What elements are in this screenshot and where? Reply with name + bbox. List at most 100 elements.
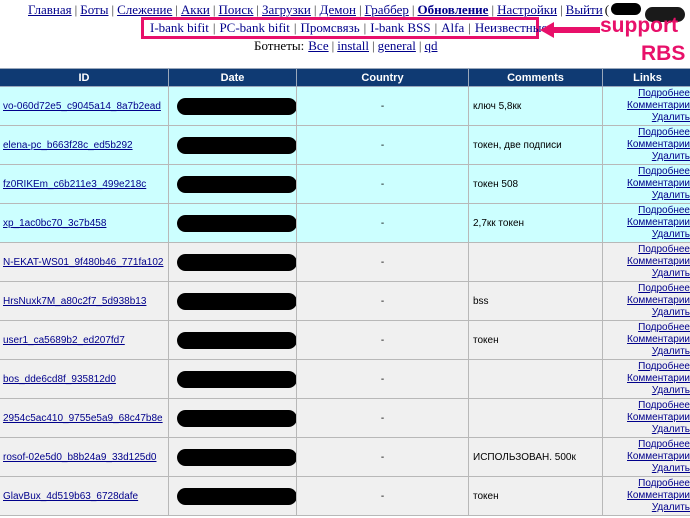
nav-separator: | [560, 2, 563, 17]
details-link[interactable]: Подробнее [604, 166, 690, 178]
nav-link-1[interactable]: Боты [80, 2, 108, 17]
column-header-date[interactable]: Date [168, 68, 297, 87]
bot-id-link[interactable]: vo-060d72e5_c9045a14_8a7b2ead [3, 101, 161, 112]
column-header-comments[interactable]: Comments [468, 68, 603, 87]
column-header-country[interactable]: Country [296, 68, 469, 87]
bot-id-link[interactable]: user1_ca5689b2_ed207fd7 [3, 335, 125, 346]
botnet-link-2[interactable]: general [378, 38, 416, 53]
comments-link[interactable]: Комментарии [604, 334, 690, 346]
cell-country: - [296, 125, 469, 165]
cell-date [168, 242, 297, 282]
details-link[interactable]: Подробнее [604, 439, 690, 451]
nav-link-3[interactable]: Акки [181, 2, 210, 17]
nav-link-9[interactable]: Настройки [497, 2, 557, 17]
nav-link-2[interactable]: Слежение [117, 2, 172, 17]
table-row: GlavBux_4d519b63_6728dafe - токен Подробнее… [0, 476, 690, 516]
table-row: bos_dde6cd8f_935812d0 - Подробнее Комментар… [0, 359, 690, 399]
comments-link[interactable]: Комментарии [604, 412, 690, 424]
delete-link[interactable]: Удалить [604, 112, 690, 124]
nav-link-5[interactable]: Загрузки [262, 2, 311, 17]
delete-link[interactable]: Удалить [604, 268, 690, 280]
delete-link[interactable]: Удалить [604, 190, 690, 202]
delete-link[interactable]: Удалить [604, 463, 690, 475]
table-row: vo-060d72e5_c9045a14_8a7b2ead - ключ 5,8кк… [0, 86, 690, 126]
table-header-row: ID Date Country Comments Links [0, 68, 690, 87]
comments-link[interactable]: Комментарии [604, 178, 690, 190]
details-link[interactable]: Подробнее [604, 400, 690, 412]
delete-link[interactable]: Удалить [604, 151, 690, 163]
comments-link[interactable]: Комментарии [604, 490, 690, 502]
delete-link[interactable]: Удалить [604, 502, 690, 514]
cell-links: Подробнее Комментарии Удалить [602, 398, 690, 438]
delete-link[interactable]: Удалить [604, 385, 690, 397]
comments-link[interactable]: Комментарии [604, 373, 690, 385]
nav-link-8[interactable]: Обновление [418, 2, 489, 17]
details-link[interactable]: Подробнее [604, 361, 690, 373]
subnav-link-1[interactable]: PC-bank bifit [219, 20, 289, 36]
redacted-date [177, 253, 296, 271]
table-row: HrsNuxk7M_a80c2f7_5d938b13 - bss Подробнее К… [0, 281, 690, 321]
comments-link[interactable]: Комментарии [604, 451, 690, 463]
cell-comment: bss [468, 281, 603, 321]
delete-link[interactable]: Удалить [604, 346, 690, 358]
delete-link[interactable]: Удалить [604, 229, 690, 241]
subnav-link-4[interactable]: Alfa [441, 20, 464, 36]
comments-link[interactable]: Комментарии [604, 295, 690, 307]
cell-links: Подробнее Комментарии Удалить [602, 437, 690, 477]
cell-links: Подробнее Комментарии Удалить [602, 125, 690, 165]
bot-id-link[interactable]: xp_1ac0bc70_3c7b458 [3, 218, 106, 229]
subnav-link-0[interactable]: I-bank bifit [150, 20, 209, 36]
details-link[interactable]: Подробнее [604, 244, 690, 256]
cell-links: Подробнее Комментарии Удалить [602, 203, 690, 243]
botnet-link-3[interactable]: qd [424, 38, 437, 53]
delete-link[interactable]: Удалить [604, 307, 690, 319]
cell-date [168, 203, 297, 243]
details-link[interactable]: Подробнее [604, 322, 690, 334]
bot-id-link[interactable]: 2954c5ac410_9755e5a9_68c47b8e [3, 413, 163, 424]
subnav-separator: | [363, 20, 367, 35]
table-row: user1_ca5689b2_ed207fd7 - токен Подробнее Ко… [0, 320, 690, 360]
delete-link[interactable]: Удалить [604, 424, 690, 436]
bot-id-link[interactable]: GlavBux_4d519b63_6728dafe [3, 491, 138, 502]
subnav-link-2[interactable]: Промсвязь [300, 20, 359, 36]
comments-link[interactable]: Комментарии [604, 256, 690, 268]
support-annotation: support RBS [600, 12, 685, 68]
cell-comment [468, 359, 603, 399]
redacted-date [177, 409, 296, 427]
subnav-link-3[interactable]: I-bank BSS [370, 20, 430, 36]
comments-link[interactable]: Комментарии [604, 217, 690, 229]
botnet-link-0[interactable]: Все [308, 38, 328, 53]
details-link[interactable]: Подробнее [604, 88, 690, 100]
nav-link-6[interactable]: Демон [320, 2, 356, 17]
bot-id-link[interactable]: N-EKAT-WS01_9f480b46_771fa102 [3, 257, 163, 268]
cell-comment: 2,7кк токен [468, 203, 603, 243]
bot-id-link[interactable]: rosof-02e5d0_b8b24a9_33d125d0 [3, 452, 156, 463]
subnav-link-5[interactable]: Неизвестные [475, 20, 547, 36]
comments-link[interactable]: Комментарии [604, 139, 690, 151]
nav-link-7[interactable]: Граббер [365, 2, 409, 17]
bot-id-link[interactable]: fz0RIKEm_c6b211e3_499e218c [3, 179, 146, 190]
nav-link-0[interactable]: Главная [28, 2, 72, 17]
details-link[interactable]: Подробнее [604, 127, 690, 139]
nav-link-4[interactable]: Поиск [218, 2, 253, 17]
nav-link-10[interactable]: Выйти [566, 2, 603, 17]
details-link[interactable]: Подробнее [604, 205, 690, 217]
bot-id-link[interactable]: bos_dde6cd8f_935812d0 [3, 374, 116, 385]
cell-comment: токен [468, 476, 603, 516]
nav-separator: | [74, 2, 78, 17]
cell-id: bos_dde6cd8f_935812d0 [0, 359, 169, 399]
cell-date [168, 359, 297, 399]
bot-id-link[interactable]: HrsNuxk7M_a80c2f7_5d938b13 [3, 296, 146, 307]
column-header-links[interactable]: Links [602, 68, 690, 87]
details-link[interactable]: Подробнее [604, 478, 690, 490]
cell-links: Подробнее Комментарии Удалить [602, 281, 690, 321]
column-header-id[interactable]: ID [0, 68, 169, 87]
details-link[interactable]: Подробнее [604, 283, 690, 295]
bot-id-link[interactable]: elena-pc_b663f28c_ed5b292 [3, 140, 133, 151]
cell-date [168, 281, 297, 321]
redacted-date [177, 136, 296, 154]
cell-links: Подробнее Комментарии Удалить [602, 359, 690, 399]
botnet-link-1[interactable]: install [337, 38, 369, 53]
redacted-date [177, 214, 296, 232]
comments-link[interactable]: Комментарии [604, 100, 690, 112]
